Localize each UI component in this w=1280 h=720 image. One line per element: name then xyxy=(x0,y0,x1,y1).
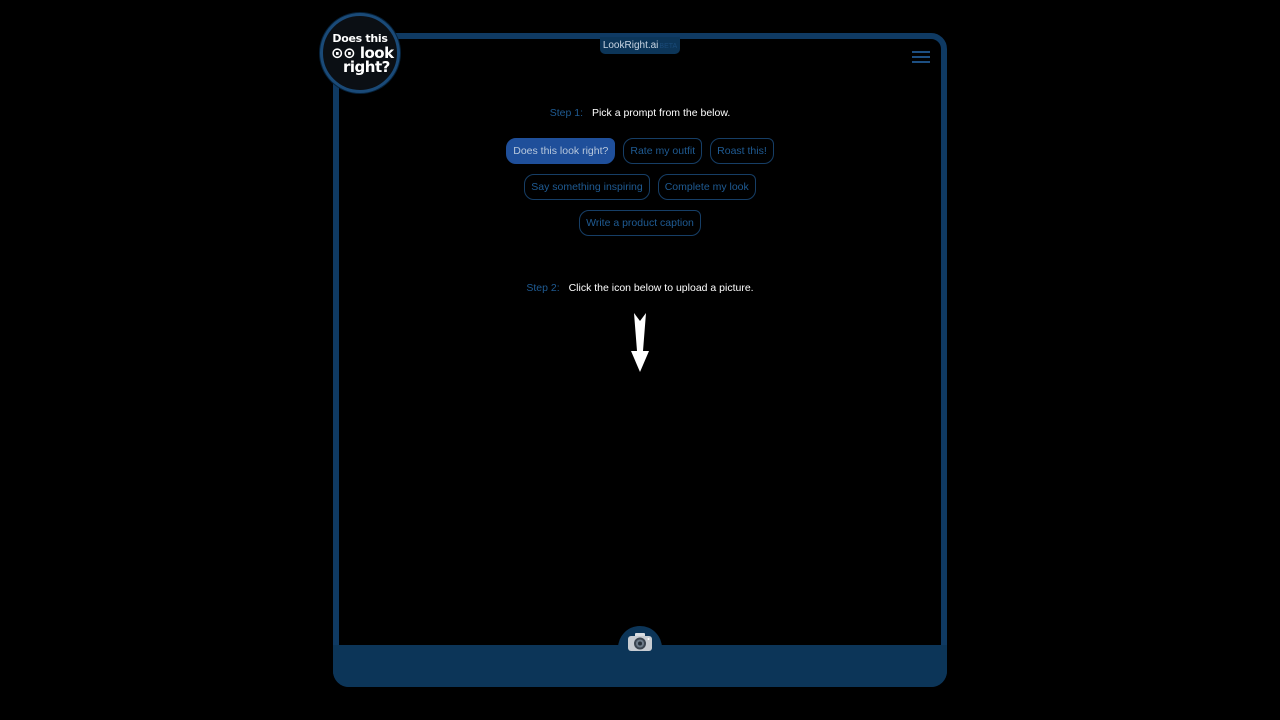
step-1-label: Step 1: xyxy=(549,107,584,119)
step-1-text: Pick a prompt from the below. xyxy=(591,107,731,119)
step-1: Step 1: Pick a prompt from the below. xyxy=(333,107,947,119)
app-title: LookRight.ai xyxy=(602,40,659,51)
prompt-say-something-inspiring[interactable]: Say something inspiring xyxy=(524,174,650,200)
step-2-label: Step 2: xyxy=(526,282,560,294)
logo-line-3: right? xyxy=(343,58,390,76)
step-2-text: Click the icon below to upload a picture… xyxy=(568,282,754,294)
prompt-does-this-look-right[interactable]: Does this look right? xyxy=(506,138,616,164)
arrow-down-icon xyxy=(631,313,649,372)
hamburger-menu-icon[interactable] xyxy=(912,51,930,65)
upload-camera-button[interactable] xyxy=(618,626,662,666)
step-2: Step 2: Click the icon below to upload a… xyxy=(333,282,947,294)
prompt-write-a-product-caption[interactable]: Write a product caption xyxy=(579,210,701,236)
prompt-row-1: Does this look right? Rate my outfit Roa… xyxy=(333,138,947,164)
camera-icon xyxy=(628,633,652,651)
prompt-row-3: Write a product caption xyxy=(333,210,947,236)
prompt-rate-my-outfit[interactable]: Rate my outfit xyxy=(623,138,703,164)
prompt-roast-this[interactable]: Roast this! xyxy=(710,138,774,164)
logo[interactable]: Does this ⊙⊙ look right? xyxy=(320,13,400,93)
prompt-row-2: Say something inspiring Complete my look xyxy=(333,174,947,200)
app-title-badge: LookRight.aiBETA xyxy=(600,37,680,54)
prompt-complete-my-look[interactable]: Complete my look xyxy=(657,174,756,200)
beta-badge: BETA xyxy=(659,43,678,50)
